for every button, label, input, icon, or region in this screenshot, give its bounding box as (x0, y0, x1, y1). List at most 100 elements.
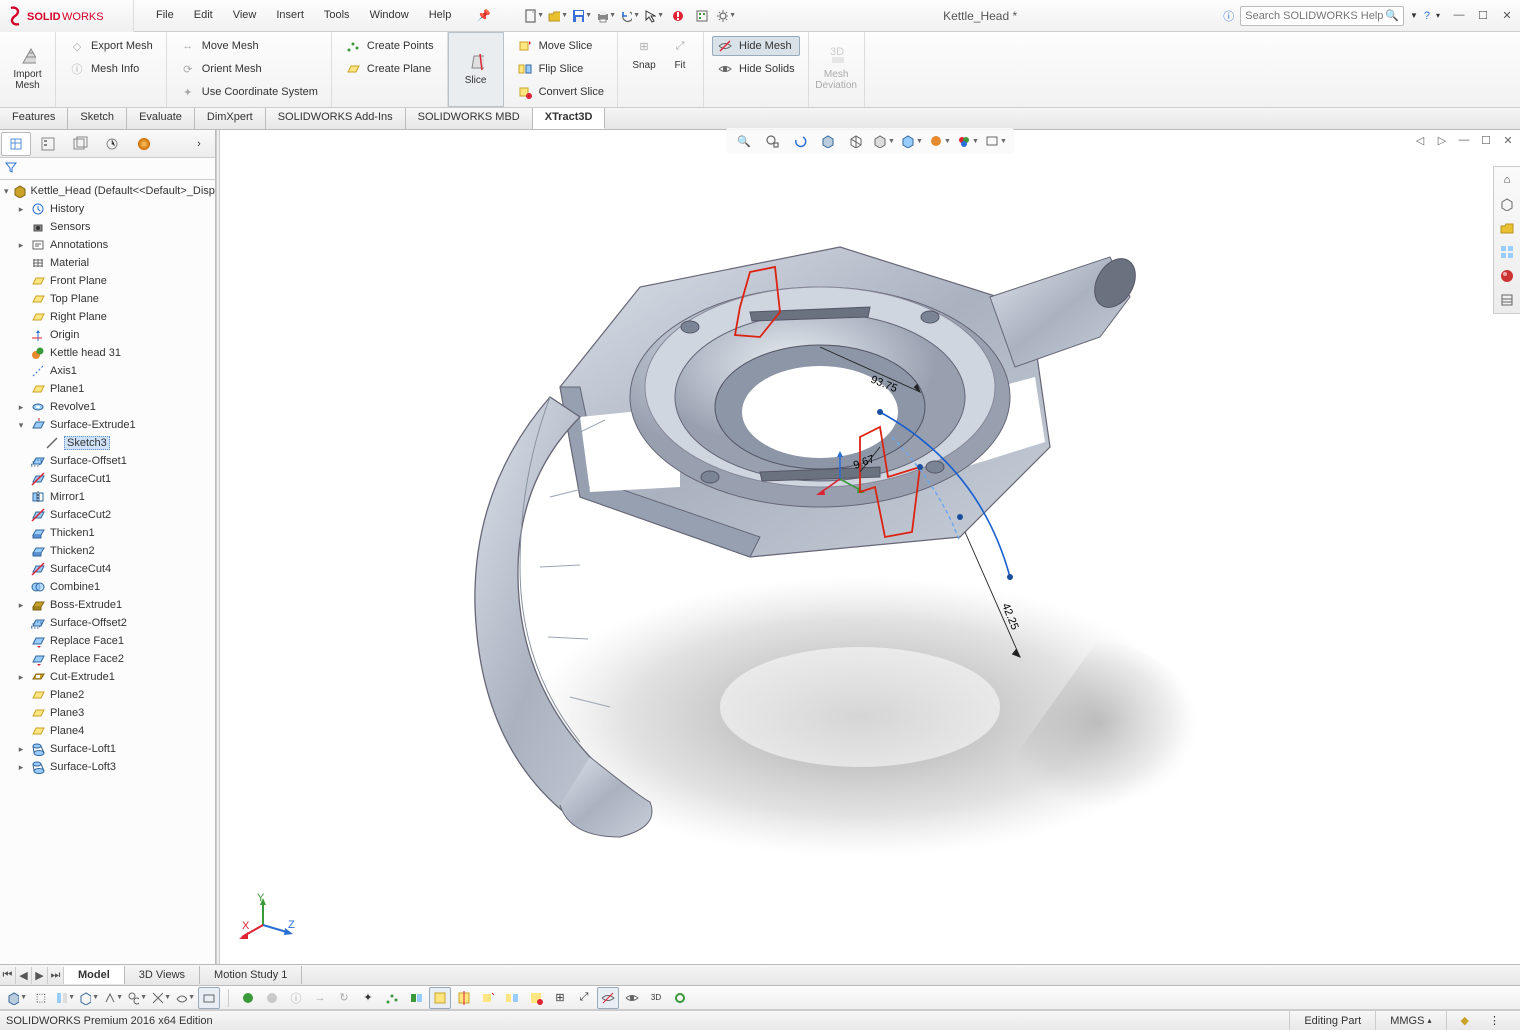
toolbar-c17[interactable] (621, 987, 643, 1009)
tree-item[interactable]: SurfaceCut2 (2, 506, 215, 524)
tab-addins[interactable]: SOLIDWORKS Add-Ins (266, 108, 406, 129)
settings-gear-icon[interactable]: ▼ (715, 5, 737, 27)
pin-menu-icon[interactable]: 📌 (469, 5, 499, 26)
help-question-icon[interactable]: ? (1424, 10, 1430, 22)
hide-mesh-button[interactable]: Hide Mesh (712, 36, 800, 56)
flip-slice-button[interactable]: Flip Slice (512, 59, 609, 79)
tree-item[interactable]: Sensors (2, 218, 215, 236)
ribbon-mesh-deviation[interactable]: 3D Mesh Deviation (809, 32, 865, 107)
toolbar-c12[interactable] (501, 987, 523, 1009)
tab-nav-next[interactable]: ▶ (32, 967, 48, 984)
toolbar-c16[interactable] (597, 987, 619, 1009)
hide-solids-button[interactable]: Hide Solids (712, 59, 800, 79)
side-tab-feature-tree[interactable] (1, 132, 31, 156)
tree-item[interactable]: Thicken1 (2, 524, 215, 542)
save-icon[interactable]: ▼ (571, 5, 593, 27)
toolbar-b5[interactable]: ▼ (126, 987, 148, 1009)
menu-view[interactable]: View (225, 5, 265, 26)
tree-item[interactable]: Surface-Offset1 (2, 452, 215, 470)
tree-item[interactable]: Replace Face2 (2, 650, 215, 668)
graphics-viewport[interactable]: 🔍 ▼ ▼ ▼ ▼ ▼ ◁ ▷ — ☐ ✕ ⌂ (220, 130, 1520, 964)
tree-item[interactable]: SurfaceCut1 (2, 470, 215, 488)
toolbar-c1[interactable] (237, 987, 259, 1009)
snap-button[interactable]: ⊞Snap (626, 36, 662, 73)
toolbar-b3[interactable]: ▼ (78, 987, 100, 1009)
toolbar-c10[interactable] (453, 987, 475, 1009)
tree-item[interactable]: ▸Surface-Loft1 (2, 740, 215, 758)
move-mesh-button[interactable]: ↔Move Mesh (175, 36, 323, 56)
tab-nav-last[interactable]: ⏭ (48, 967, 64, 984)
tab-nav-prev[interactable]: ◀ (16, 967, 32, 984)
export-mesh-button[interactable]: ◇Export Mesh (64, 36, 158, 56)
maximize-button[interactable]: ☐ (1476, 9, 1490, 22)
side-expand-icon[interactable]: › (184, 132, 214, 156)
toolbar-b7[interactable]: ▼ (174, 987, 196, 1009)
toolbar-b6[interactable]: ▼ (150, 987, 172, 1009)
orient-mesh-button[interactable]: ⟳Orient Mesh (175, 59, 323, 79)
bottom-tab-motion[interactable]: Motion Study 1 (200, 966, 302, 984)
tab-xtract3d[interactable]: XTract3D (533, 108, 606, 129)
tree-item[interactable]: Axis1 (2, 362, 215, 380)
tree-item[interactable]: Combine1 (2, 578, 215, 596)
options-icon[interactable] (691, 5, 713, 27)
close-button[interactable]: ✕ (1500, 9, 1514, 22)
toolbar-c2[interactable] (261, 987, 283, 1009)
tree-item[interactable]: SurfaceCut4 (2, 560, 215, 578)
tree-item[interactable]: ▸History (2, 200, 215, 218)
menu-window[interactable]: Window (362, 5, 417, 26)
feature-tree[interactable]: ▾Kettle_Head (Default<<Default>_Displ ▸H… (0, 180, 215, 964)
tree-item[interactable]: Front Plane (2, 272, 215, 290)
tree-item[interactable]: Replace Face1 (2, 632, 215, 650)
tree-item[interactable]: Sketch3 (2, 434, 215, 452)
select-icon[interactable]: ▼ (643, 5, 665, 27)
ribbon-import-mesh[interactable]: Import Mesh (0, 32, 56, 107)
toolbar-c19[interactable] (669, 987, 691, 1009)
convert-slice-button[interactable]: Convert Slice (512, 82, 609, 102)
tree-item[interactable]: Top Plane (2, 290, 215, 308)
tree-item[interactable]: Origin (2, 326, 215, 344)
toolbar-c9[interactable] (429, 987, 451, 1009)
tree-item[interactable]: Plane1 (2, 380, 215, 398)
toolbar-c3[interactable]: ⓘ (285, 987, 307, 1009)
move-slice-button[interactable]: Move Slice (512, 36, 609, 56)
toolbar-b8[interactable] (198, 987, 220, 1009)
bottom-tab-3dviews[interactable]: 3D Views (125, 966, 200, 984)
status-alert-icon[interactable]: ◆ (1446, 1011, 1483, 1030)
toolbar-c13[interactable] (525, 987, 547, 1009)
view-triad[interactable]: Y Z X (238, 893, 298, 946)
tree-item[interactable]: Thicken2 (2, 542, 215, 560)
toolbar-c6[interactable]: ✦ (357, 987, 379, 1009)
help-bubble-icon[interactable]: ⓘ (1223, 8, 1234, 24)
rebuild-icon[interactable] (667, 5, 689, 27)
menu-help[interactable]: Help (421, 5, 460, 26)
status-units[interactable]: MMGS ▴ (1375, 1011, 1445, 1030)
menu-tools[interactable]: Tools (316, 5, 358, 26)
fit-button[interactable]: ⤢Fit (665, 36, 695, 73)
tree-item[interactable]: ▾Surface-Extrude1 (2, 416, 215, 434)
tree-item[interactable]: Kettle head 31 (2, 344, 215, 362)
menu-edit[interactable]: Edit (186, 5, 221, 26)
ribbon-slice[interactable]: Slice (448, 32, 504, 107)
tree-item[interactable]: Mirror1 (2, 488, 215, 506)
status-extra-icon[interactable]: ⋮ (1483, 1011, 1514, 1030)
tab-dimxpert[interactable]: DimXpert (195, 108, 266, 129)
tab-mbd[interactable]: SOLIDWORKS MBD (406, 108, 533, 129)
side-tab-display[interactable] (129, 132, 159, 156)
tree-item[interactable]: Plane4 (2, 722, 215, 740)
toolbar-c11[interactable] (477, 987, 499, 1009)
tab-nav-first[interactable]: ⏮ (0, 967, 16, 984)
toolbar-b1[interactable]: ⬚ (30, 987, 52, 1009)
tree-item[interactable]: ▸Cut-Extrude1 (2, 668, 215, 686)
toolbar-c14[interactable]: ⊞ (549, 987, 571, 1009)
tree-root[interactable]: ▾Kettle_Head (Default<<Default>_Displ (2, 182, 215, 200)
bottom-tab-model[interactable]: Model (64, 966, 125, 984)
toolbar-c15[interactable]: ⤢ (573, 987, 595, 1009)
toolbar-c4[interactable]: → (309, 987, 331, 1009)
create-points-button[interactable]: Create Points (340, 36, 439, 56)
create-plane-button[interactable]: Create Plane (340, 59, 439, 79)
tree-item[interactable]: ▸Annotations (2, 236, 215, 254)
minimize-button[interactable]: — (1452, 9, 1466, 22)
tree-item[interactable]: Material (2, 254, 215, 272)
help-search-box[interactable]: 🔍 (1240, 6, 1404, 26)
filter-funnel-icon[interactable] (4, 160, 18, 177)
